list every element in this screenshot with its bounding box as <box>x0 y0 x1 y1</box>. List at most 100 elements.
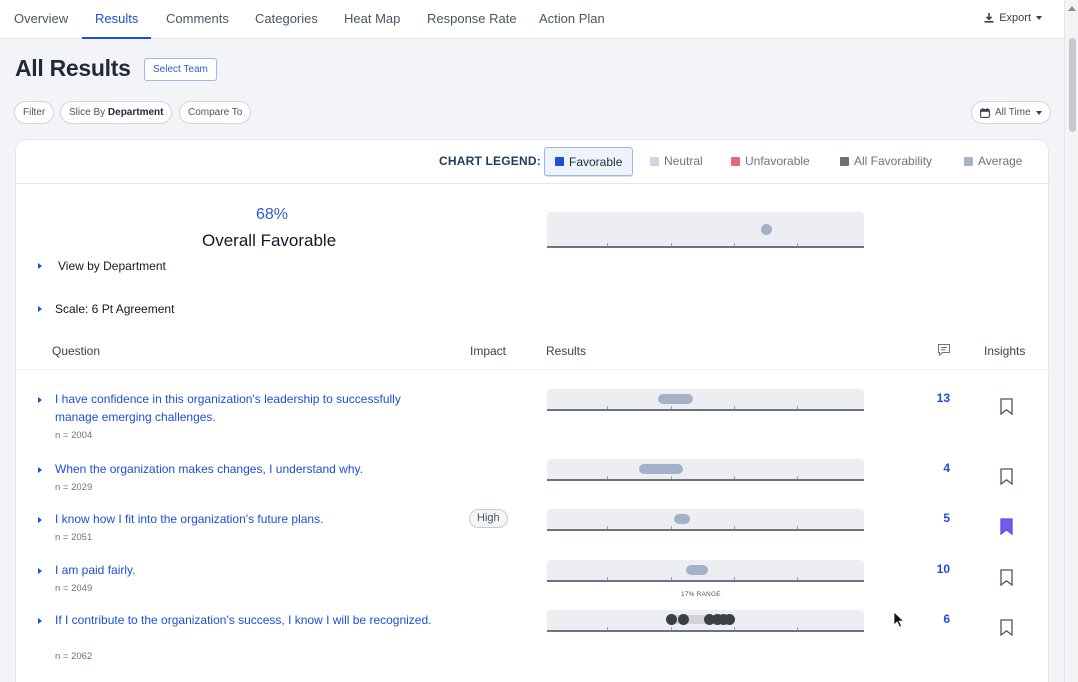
scale-toggle[interactable]: Scale: 6 Pt Agreement <box>55 302 174 316</box>
legend-swatch <box>650 156 659 166</box>
scale-tick <box>797 577 798 580</box>
calendar-icon <box>980 107 990 118</box>
tab-heat-map[interactable]: Heat Map <box>344 0 400 39</box>
scroll-up-icon[interactable] <box>1068 6 1076 11</box>
scale-tick <box>797 476 798 479</box>
results-card: CHART LEGEND: Favorable Neutral Unfavorabl… <box>15 139 1050 682</box>
download-icon <box>984 13 994 23</box>
caret-right-icon[interactable] <box>38 568 42 574</box>
scale-tick <box>671 476 672 479</box>
scale-tick <box>671 577 672 580</box>
response-count: n = 2062 <box>55 651 93 662</box>
response-count: n = 2049 <box>55 583 93 594</box>
caret-right-icon[interactable] <box>38 618 42 624</box>
slice-by-value: Department <box>107 107 164 118</box>
filter-button[interactable]: Filter <box>14 101 55 124</box>
scrollbar-thumb[interactable] <box>1069 38 1076 132</box>
response-count: n = 2051 <box>55 532 93 543</box>
overall-label: Overall Favorable <box>202 231 337 250</box>
slice-by-button[interactable]: Slice By Department <box>60 101 173 124</box>
column-header-insights: Insights <box>984 344 1026 358</box>
bookmark-icon[interactable] <box>1000 569 1013 586</box>
comment-count-link[interactable]: 6 <box>910 612 950 626</box>
legend-average[interactable]: Average <box>964 154 1022 168</box>
overall-results-track <box>547 212 864 248</box>
question-results-track <box>547 509 864 531</box>
legend-label: All Favorability <box>854 154 933 168</box>
caret-right-icon[interactable] <box>38 517 42 523</box>
team-score-dot[interactable] <box>724 614 735 625</box>
comment-count-link[interactable]: 10 <box>910 562 950 576</box>
team-score-dot[interactable] <box>678 614 689 625</box>
date-range-label: All Time <box>995 107 1031 118</box>
export-button[interactable]: Export <box>984 12 1042 24</box>
caret-right-icon[interactable] <box>38 306 42 312</box>
bookmark-filled-icon[interactable] <box>1000 518 1013 535</box>
view-by-department-toggle[interactable]: View by Department <box>58 259 166 273</box>
scale-tick <box>734 406 735 409</box>
legend-favorable[interactable]: Favorable <box>544 147 634 176</box>
scale-tick <box>671 406 672 409</box>
scale-tick <box>734 476 735 479</box>
column-header-results: Results <box>546 344 587 358</box>
scale-tick <box>607 243 608 246</box>
response-count: n = 2029 <box>55 482 93 493</box>
chevron-down-icon <box>1036 16 1042 20</box>
scale-tick <box>797 243 798 246</box>
comment-count-link[interactable]: 13 <box>910 391 950 405</box>
comment-count-link[interactable]: 5 <box>910 511 950 525</box>
tab-results[interactable]: Results <box>82 0 152 39</box>
team-score-dot[interactable] <box>666 614 677 625</box>
legend-swatch <box>964 156 973 166</box>
score-range-marker <box>639 464 683 474</box>
date-range-button[interactable]: All Time <box>971 101 1051 124</box>
bookmark-icon[interactable] <box>1000 468 1013 485</box>
mouse-cursor-icon <box>893 611 905 628</box>
scale-tick <box>734 577 735 580</box>
question-results-track <box>547 610 864 632</box>
response-count: n = 2004 <box>55 430 93 441</box>
tab-action-plan[interactable]: Action Plan <box>539 0 605 39</box>
legend-all-favorability[interactable]: All Favorability <box>840 154 932 168</box>
tab-response-rate[interactable]: Response Rate <box>427 0 517 39</box>
select-team-button[interactable]: Select Team <box>144 58 217 81</box>
score-range-marker <box>686 565 708 575</box>
legend-unfavorable[interactable]: Unfavorable <box>731 154 810 168</box>
chevron-down-icon <box>1035 110 1042 115</box>
caret-right-icon[interactable] <box>38 263 42 269</box>
question-link[interactable]: If I contribute to the organization's su… <box>55 611 445 629</box>
question-link[interactable]: I am paid fairly. <box>55 561 445 579</box>
comment-count-link[interactable]: 4 <box>910 461 950 475</box>
overall-percent: 68% <box>256 206 289 223</box>
caret-right-icon[interactable] <box>38 397 42 403</box>
divider <box>16 369 1050 370</box>
slice-by-prefix: Slice By <box>69 107 106 118</box>
legend-neutral[interactable]: Neutral <box>650 154 703 168</box>
comment-icon <box>937 343 951 357</box>
scale-tick <box>734 627 735 630</box>
bookmark-icon[interactable] <box>1000 619 1013 636</box>
legend-label: Favorable <box>569 154 623 169</box>
scale-tick <box>797 627 798 630</box>
compare-to-button[interactable]: Compare To <box>179 101 252 124</box>
tab-comments[interactable]: Comments <box>166 0 229 39</box>
question-results-track <box>547 560 864 582</box>
legend-swatch <box>555 157 564 166</box>
page-scrollbar[interactable] <box>1064 0 1078 682</box>
column-header-impact: Impact <box>470 344 507 358</box>
chart-legend: CHART LEGEND: Favorable Neutral Unfavorabl… <box>16 140 1050 184</box>
impact-badge: High <box>469 509 508 528</box>
question-link[interactable]: I know how I fit into the organization's… <box>55 510 445 528</box>
tab-overview[interactable]: Overview <box>14 0 68 39</box>
question-link[interactable]: I have confidence in this organization's… <box>55 390 445 426</box>
tab-categories[interactable]: Categories <box>255 0 318 39</box>
caret-right-icon[interactable] <box>38 467 42 473</box>
question-results-track <box>547 459 864 481</box>
bookmark-icon[interactable] <box>1000 398 1013 415</box>
scale-tick <box>671 243 672 246</box>
scale-tick <box>797 406 798 409</box>
range-label: 17% RANGE <box>681 591 721 598</box>
scale-tick <box>607 577 608 580</box>
question-link[interactable]: When the organization makes changes, I u… <box>55 460 445 478</box>
scale-tick <box>734 526 735 529</box>
